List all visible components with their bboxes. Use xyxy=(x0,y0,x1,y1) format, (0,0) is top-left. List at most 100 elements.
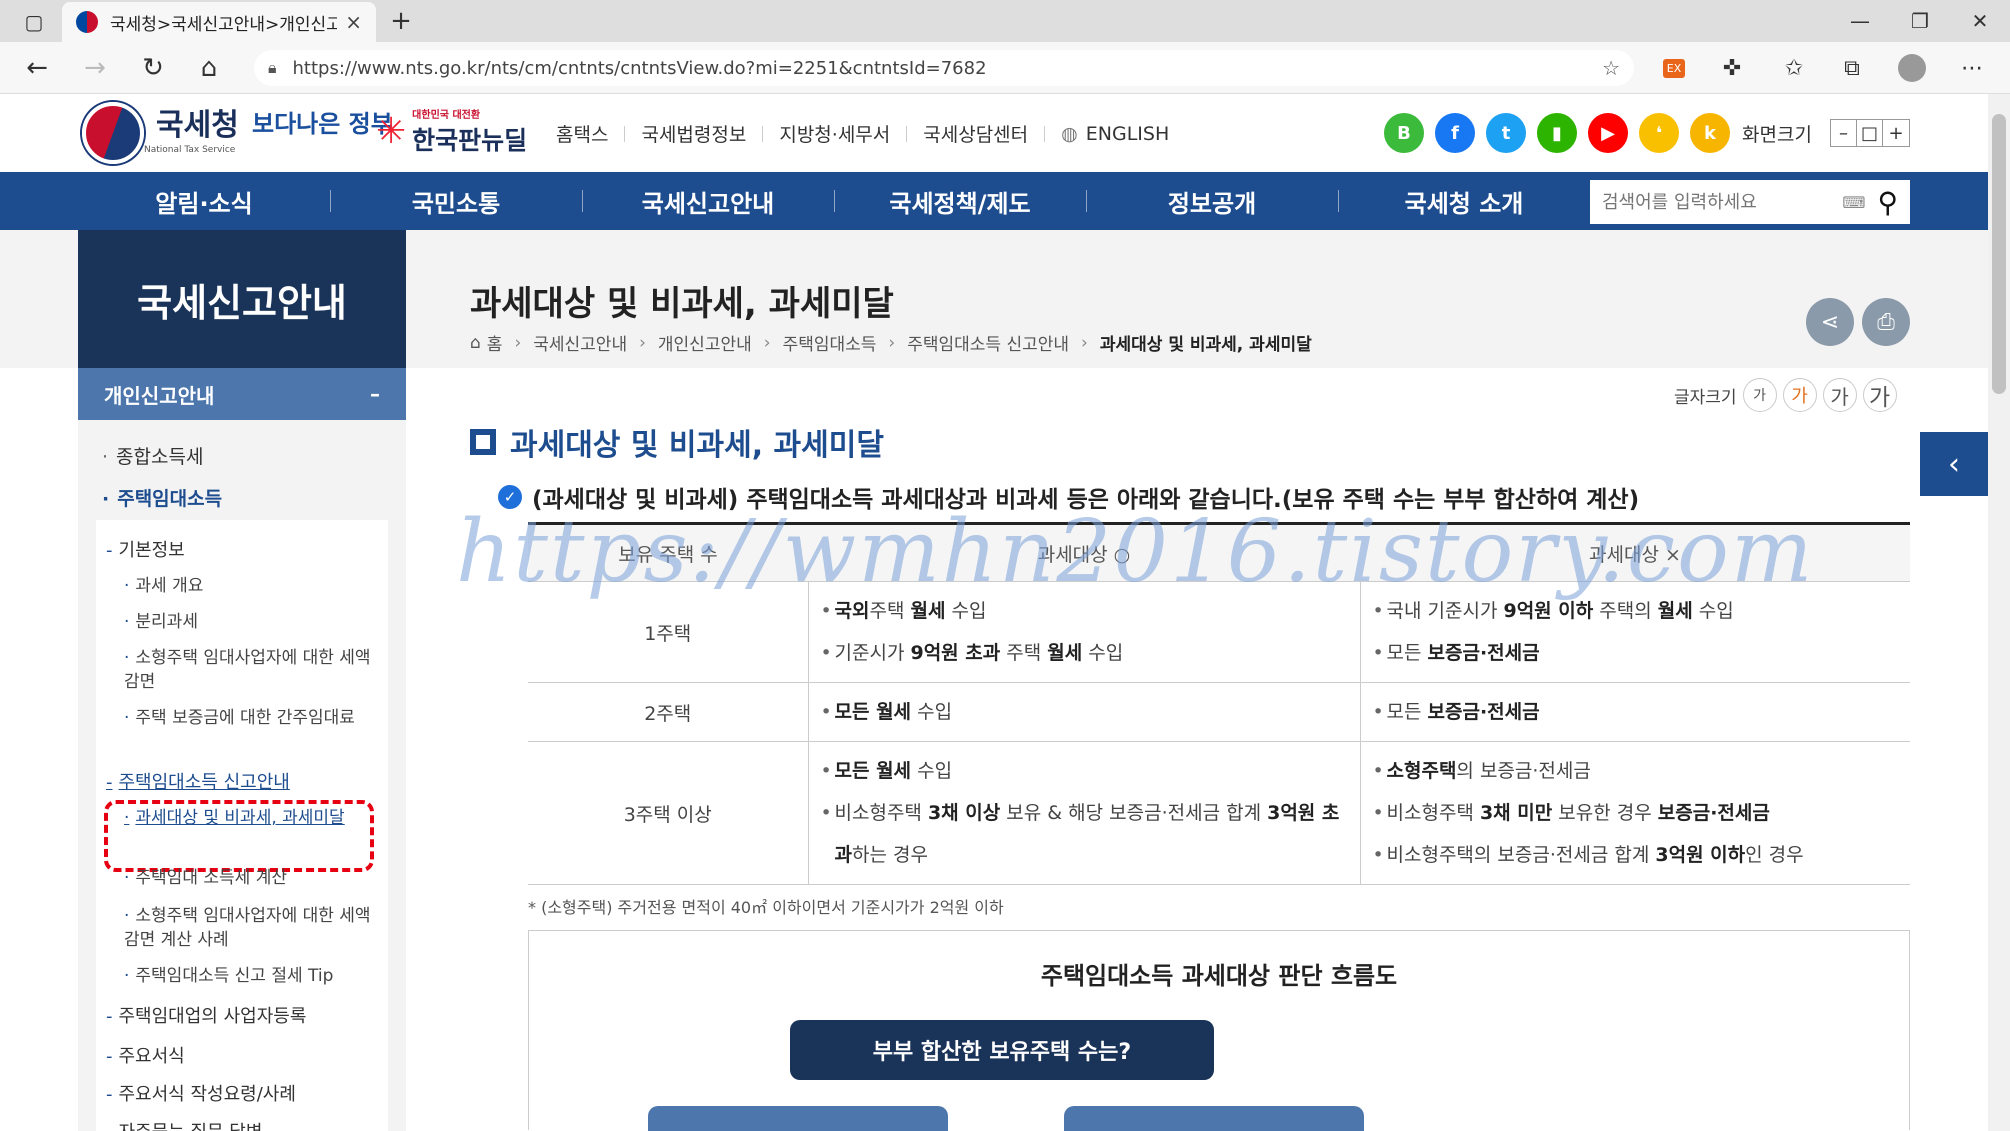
forward-icon[interactable]: → xyxy=(72,42,118,94)
logo-sub: National Tax Service xyxy=(144,145,236,155)
collections-icon[interactable]: ⧉ xyxy=(1834,50,1870,86)
lnb-leaf-reduction-case[interactable]: · 소형주택 임대사업자에 대한 세액감면 계산 사례 xyxy=(124,904,374,952)
url-bar[interactable]: 🔒︎ https://www.nts.go.kr/nts/cm/cntnts/c… xyxy=(254,50,1634,86)
search-input[interactable] xyxy=(1602,191,1843,213)
site-search: ⌨ ⚲ xyxy=(1590,180,1910,224)
kakao-channel-icon[interactable]: k xyxy=(1690,113,1730,153)
extensions-puzzle-icon[interactable]: ✜ xyxy=(1714,50,1750,86)
utility-nav-offices[interactable]: 지방청·세무서 xyxy=(779,120,890,147)
lnb-leaf-tax-calc[interactable]: · 주택임대 소득세 계산 xyxy=(124,866,374,890)
browser-tab-bar: ▢ 국세청>국세신고안내>개인신고 × + — ❐ ✕ xyxy=(0,0,2010,42)
twitter-icon[interactable]: t xyxy=(1486,113,1526,153)
restore-icon[interactable]: ❐ xyxy=(1890,0,1950,42)
window-close-icon[interactable]: ✕ xyxy=(1950,0,2010,42)
refresh-icon[interactable]: ↻ xyxy=(130,42,176,94)
kakao-story-icon[interactable]: ❛ xyxy=(1639,113,1679,153)
lnb-sub-form-guide[interactable]: - 주요서식 작성요령/사례 xyxy=(106,1080,296,1106)
naver-post-icon[interactable]: ▮ xyxy=(1537,113,1577,153)
lnb-title: 국세신고안내 xyxy=(78,230,406,368)
main-nav-news[interactable]: 알림·소식 xyxy=(78,172,330,230)
back-icon[interactable]: ← xyxy=(14,42,60,94)
print-icon[interactable]: ⎙ xyxy=(1862,298,1910,346)
main-nav-communication[interactable]: 국민소통 xyxy=(330,172,582,230)
lnb-section-title: 개인신고안내 xyxy=(104,383,215,408)
breadcrumb-tax-report[interactable]: 국세신고안내 xyxy=(533,330,627,355)
list-item: 모든 월세 수입 xyxy=(821,750,1348,792)
lnb-sub-registration[interactable]: - 주택임대업의 사업자등록 xyxy=(106,1002,306,1028)
lnb-leaf-overview[interactable]: · 과세 개요 xyxy=(124,574,374,598)
font-size-xlarge[interactable]: 가 xyxy=(1862,378,1897,412)
address-bar-row: ← → ↻ ⌂ 🔒︎ https://www.nts.go.kr/nts/cm/… xyxy=(0,42,2010,94)
social-links: B f t ▮ ▶ ❛ k xyxy=(1384,113,1730,153)
share-icon[interactable]: ⋖ xyxy=(1806,298,1854,346)
lnb-sub-report-guide[interactable]: - 주택임대소득 신고안내 xyxy=(106,768,290,794)
list-item: 비소형주택 3채 이상 보유 & 해당 보증금·전세금 합계 3억원 초과하는 … xyxy=(821,792,1348,876)
font-size-small[interactable]: 가 xyxy=(1742,378,1777,412)
table-row: 3주택 이상모든 월세 수입비소형주택 3채 이상 보유 & 해당 보증금·전세… xyxy=(528,741,1910,885)
main-nav-policy[interactable]: 국세정책/제도 xyxy=(834,172,1086,230)
profile-avatar-icon[interactable] xyxy=(1894,50,1930,86)
utility-nav-law[interactable]: 국세법령정보 xyxy=(641,120,746,147)
youtube-icon[interactable]: ▶ xyxy=(1588,113,1628,153)
tab-close-icon[interactable]: × xyxy=(345,10,362,34)
home-icon[interactable]: ⌂ xyxy=(186,42,232,94)
table-cell-count: 2주택 xyxy=(528,682,808,742)
side-panel-toggle-icon[interactable]: ‹ xyxy=(1920,432,1988,496)
scrollbar-thumb[interactable] xyxy=(1992,114,2006,394)
lnb-leaf-saving-tip[interactable]: · 주택임대소득 신고 절세 Tip xyxy=(124,964,374,988)
lnb-leaf-small-house-reduction[interactable]: · 소형주택 임대사업자에 대한 세액 감면 xyxy=(124,646,374,694)
watermark: https://wmhn2016.tistory.com xyxy=(456,502,1815,602)
zoom-out-button[interactable]: – xyxy=(1831,120,1857,146)
utility-nav-hometax[interactable]: 홈택스 xyxy=(556,120,608,147)
lnb-sub-faq[interactable]: -자주묻는 질문 답변 xyxy=(106,1118,262,1131)
new-tab-button[interactable]: + xyxy=(386,6,416,36)
url-text: https://www.nts.go.kr/nts/cm/cntnts/cntn… xyxy=(292,57,987,79)
font-size-large[interactable]: 가 xyxy=(1822,378,1857,412)
page-scrollbar[interactable] xyxy=(1988,94,2010,1131)
flowchart-title: 주택임대소득 과세대상 판단 흐름도 xyxy=(1040,962,1398,990)
extension-icon[interactable]: EX xyxy=(1656,50,1692,86)
browser-tab[interactable]: 국세청>국세신고안내>개인신고 × xyxy=(62,2,376,42)
lnb-sub-basic-info[interactable]: - 기본정보 xyxy=(106,536,185,562)
utility-nav: 홈택스 국세법령정보 지방청·세무서 국세상담센터 ◍ ENGLISH xyxy=(556,120,1169,147)
favorites-icon[interactable]: ✩ xyxy=(1776,50,1812,86)
site-logo[interactable]: 국세청 National Tax Service xyxy=(82,102,239,164)
table-row: 2주택 모든 월세 수입 모든 보증금·전세금 xyxy=(528,682,1910,742)
home-icon[interactable]: ⌂ xyxy=(470,333,481,353)
list-item: 모든 월세 수입 xyxy=(821,691,1348,733)
minimize-icon[interactable]: — xyxy=(1830,0,1890,42)
slogan-new-deal-text: 한국판뉴딜 xyxy=(412,126,528,155)
slogan-better-government[interactable]: 보다나은 정부 xyxy=(252,104,393,139)
main-nav-about[interactable]: 국세청 소개 xyxy=(1338,172,1590,230)
breadcrumb-home[interactable]: 홈 xyxy=(487,330,503,355)
search-icon[interactable]: ⚲ xyxy=(1877,186,1898,219)
zoom-in-button[interactable]: + xyxy=(1883,120,1909,146)
utility-nav-english[interactable]: ENGLISH xyxy=(1086,123,1169,145)
lnb-leaf-separate-tax[interactable]: · 분리과세 xyxy=(124,610,374,634)
favorite-add-icon[interactable]: ☆ xyxy=(1602,56,1620,80)
slogan-new-deal[interactable]: ✳ 대한민국 대전환 한국판뉴딜 xyxy=(376,106,527,157)
lnb-item-rental-income[interactable]: · 주택임대소득 xyxy=(102,484,222,511)
main-nav-disclosure[interactable]: 정보공개 xyxy=(1086,172,1338,230)
lnb-item-income-tax[interactable]: · 종합소득세 xyxy=(102,442,203,469)
breadcrumb-personal[interactable]: 개인신고안내 xyxy=(658,330,752,355)
breadcrumb-rental-guide[interactable]: 주택임대소득 신고안내 xyxy=(907,330,1069,355)
main-nav-tax-report[interactable]: 국세신고안내 xyxy=(582,172,834,230)
lnb-section-header[interactable]: 개인신고안내 – xyxy=(78,368,406,420)
tab-actions-icon[interactable]: ▢ xyxy=(14,8,54,36)
zoom-reset-button[interactable]: □ xyxy=(1857,120,1883,146)
blog-icon[interactable]: B xyxy=(1384,113,1424,153)
utility-nav-counsel[interactable]: 국세상담센터 xyxy=(923,120,1028,147)
flowchart-question: 부부 합산한 보유주택 수는? xyxy=(790,1020,1214,1080)
facebook-icon[interactable]: f xyxy=(1435,113,1475,153)
collapse-icon[interactable]: – xyxy=(370,382,380,406)
font-size-default[interactable]: 가 xyxy=(1782,378,1817,412)
list-item: 소형주택의 보증금·전세금 xyxy=(1373,750,1899,792)
lnb-sub-forms[interactable]: - 주요서식 xyxy=(106,1042,185,1068)
page-title: 과세대상 및 비과세, 과세미달 xyxy=(470,284,894,324)
lnb-leaf-deemed-rent[interactable]: · 주택 보증금에 대한 간주임대료 xyxy=(124,706,374,730)
breadcrumb-rental[interactable]: 주택임대소득 xyxy=(783,330,877,355)
more-menu-icon[interactable]: ⋯ xyxy=(1954,50,1990,86)
virtual-keyboard-icon[interactable]: ⌨ xyxy=(1842,193,1865,212)
table-note: * (소형주택) 주거전용 면적이 40㎡ 이하이면서 기준시가가 2억원 이하 xyxy=(528,898,1004,917)
